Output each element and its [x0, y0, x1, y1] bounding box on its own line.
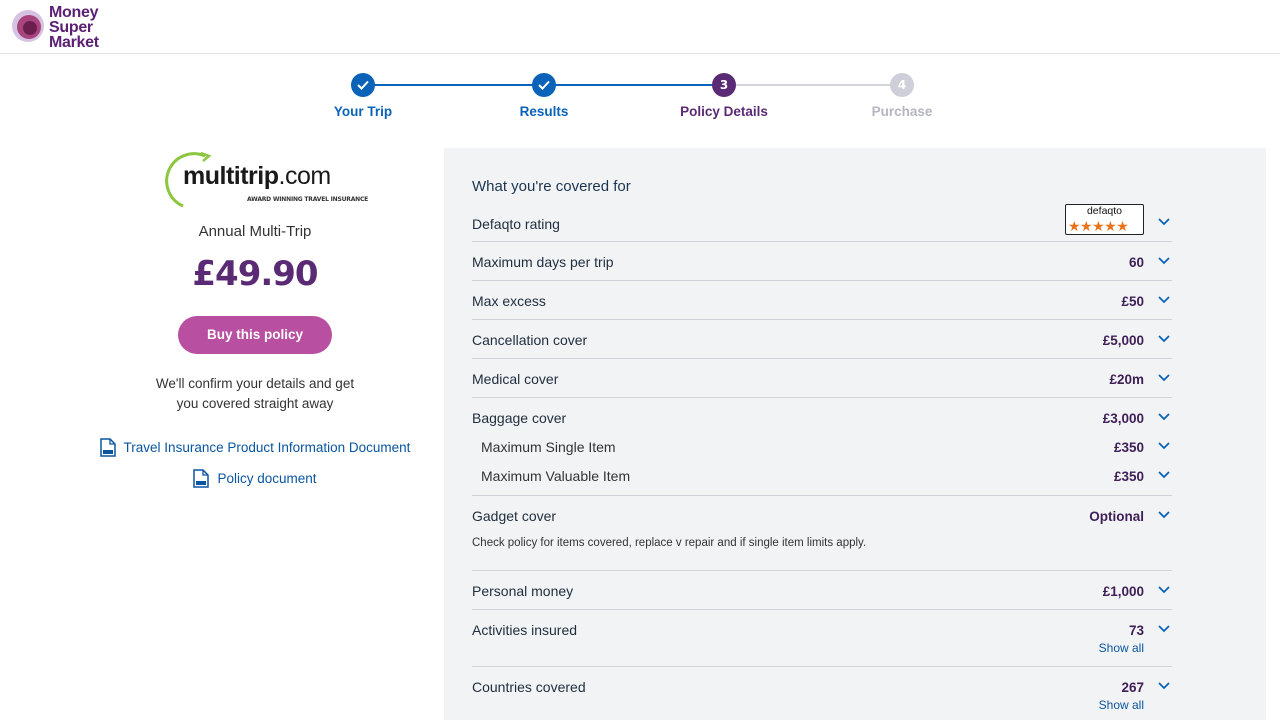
- chevron-down-icon[interactable]: [1158, 335, 1170, 343]
- single-item-label: Maximum Single Item: [481, 439, 616, 455]
- coverage-row-medical[interactable]: Medical cover £20m: [472, 359, 1172, 398]
- coverage-row-defaqto[interactable]: Defaqto rating defaqto ★★★★★: [472, 203, 1172, 242]
- moneysupermarket-logo[interactable]: Money Super Market: [10, 4, 120, 51]
- valuable-item-label: Maximum Valuable Item: [481, 468, 631, 484]
- product-name: Annual Multi-Trip: [198, 223, 312, 240]
- policy-document-link[interactable]: Policy document: [60, 469, 450, 488]
- step-number: 4: [890, 73, 914, 97]
- coverage-row-max-days[interactable]: Maximum days per trip 60: [472, 242, 1172, 281]
- provider-logo: multitrip.com AWARD WINNING TRAVEL INSUR…: [165, 148, 368, 208]
- check-icon: [532, 73, 556, 97]
- coverage-title: What you're covered for: [472, 178, 631, 195]
- step-your-trip[interactable]: Your Trip: [293, 73, 433, 119]
- buy-policy-button[interactable]: Buy this policy: [178, 316, 332, 354]
- chevron-down-icon[interactable]: [1158, 442, 1170, 450]
- provider-name: multitrip.com: [183, 162, 331, 190]
- step-label: Purchase: [871, 104, 933, 119]
- step-results[interactable]: Results: [474, 73, 614, 119]
- chevron-down-icon[interactable]: [1158, 682, 1170, 690]
- chevron-down-icon[interactable]: [1158, 257, 1170, 265]
- step-number: 3: [712, 73, 736, 97]
- pdf-icon: [193, 469, 210, 488]
- confirm-message: We'll confirm your details and get you c…: [155, 376, 355, 411]
- single-item-value: £350: [1113, 440, 1144, 455]
- coverage-panel: What you're covered for Defaqto rating d…: [444, 148, 1266, 720]
- pdf-icon: [99, 438, 116, 457]
- policy-summary: multitrip.com AWARD WINNING TRAVEL INSUR…: [60, 148, 450, 488]
- logo-mark-icon: [12, 10, 44, 42]
- check-icon: [351, 73, 375, 97]
- coverage-row-baggage[interactable]: Baggage cover £3,000 Maximum Single Item…: [472, 398, 1172, 496]
- show-all-activities-link[interactable]: Show all: [1099, 641, 1144, 655]
- chevron-down-icon[interactable]: [1158, 296, 1170, 304]
- logo-wordmark: Money Super Market: [49, 4, 99, 51]
- chevron-down-icon[interactable]: [1158, 625, 1170, 633]
- step-label: Your Trip: [333, 104, 393, 119]
- coverage-row-personal-money[interactable]: Personal money £1,000: [472, 571, 1172, 610]
- coverage-row-cancellation[interactable]: Cancellation cover £5,000: [472, 320, 1172, 359]
- provider-tagline: AWARD WINNING TRAVEL INSURANCE: [247, 196, 369, 203]
- coverage-row-gadget[interactable]: Gadget cover Optional Check policy for i…: [472, 496, 1172, 571]
- gadget-note: Check policy for items covered, replace …: [472, 537, 867, 549]
- valuable-item-value: £350: [1113, 469, 1144, 484]
- chevron-down-icon[interactable]: [1158, 471, 1170, 479]
- product-information-document-link[interactable]: Travel Insurance Product Information Doc…: [60, 438, 450, 457]
- chevron-down-icon[interactable]: [1158, 218, 1170, 226]
- step-policy-details: 3 Policy Details: [654, 73, 794, 119]
- chevron-down-icon[interactable]: [1158, 374, 1170, 382]
- progress-stepper: Your Trip Results 3 Policy Details 4 Pur…: [0, 68, 1280, 128]
- star-rating-icon: ★★★★★: [1068, 218, 1129, 234]
- chevron-down-icon[interactable]: [1158, 511, 1170, 519]
- step-purchase: 4 Purchase: [832, 73, 972, 119]
- chevron-down-icon[interactable]: [1158, 413, 1170, 421]
- defaqto-rating-badge: defaqto ★★★★★: [1065, 204, 1144, 235]
- chevron-down-icon[interactable]: [1158, 586, 1170, 594]
- policy-price: £49.90: [192, 254, 318, 294]
- show-all-countries-link[interactable]: Show all: [1099, 698, 1144, 712]
- coverage-row-activities[interactable]: Activities insured 73 Show all: [472, 610, 1172, 667]
- step-label: Results: [519, 104, 569, 119]
- site-header: Money Super Market: [0, 0, 1280, 54]
- coverage-row-max-excess[interactable]: Max excess £50: [472, 281, 1172, 320]
- step-label: Policy Details: [680, 104, 768, 119]
- coverage-row-countries[interactable]: Countries covered 267 Show all: [472, 667, 1172, 724]
- coverage-list: Defaqto rating defaqto ★★★★★ Maximum day…: [472, 203, 1172, 724]
